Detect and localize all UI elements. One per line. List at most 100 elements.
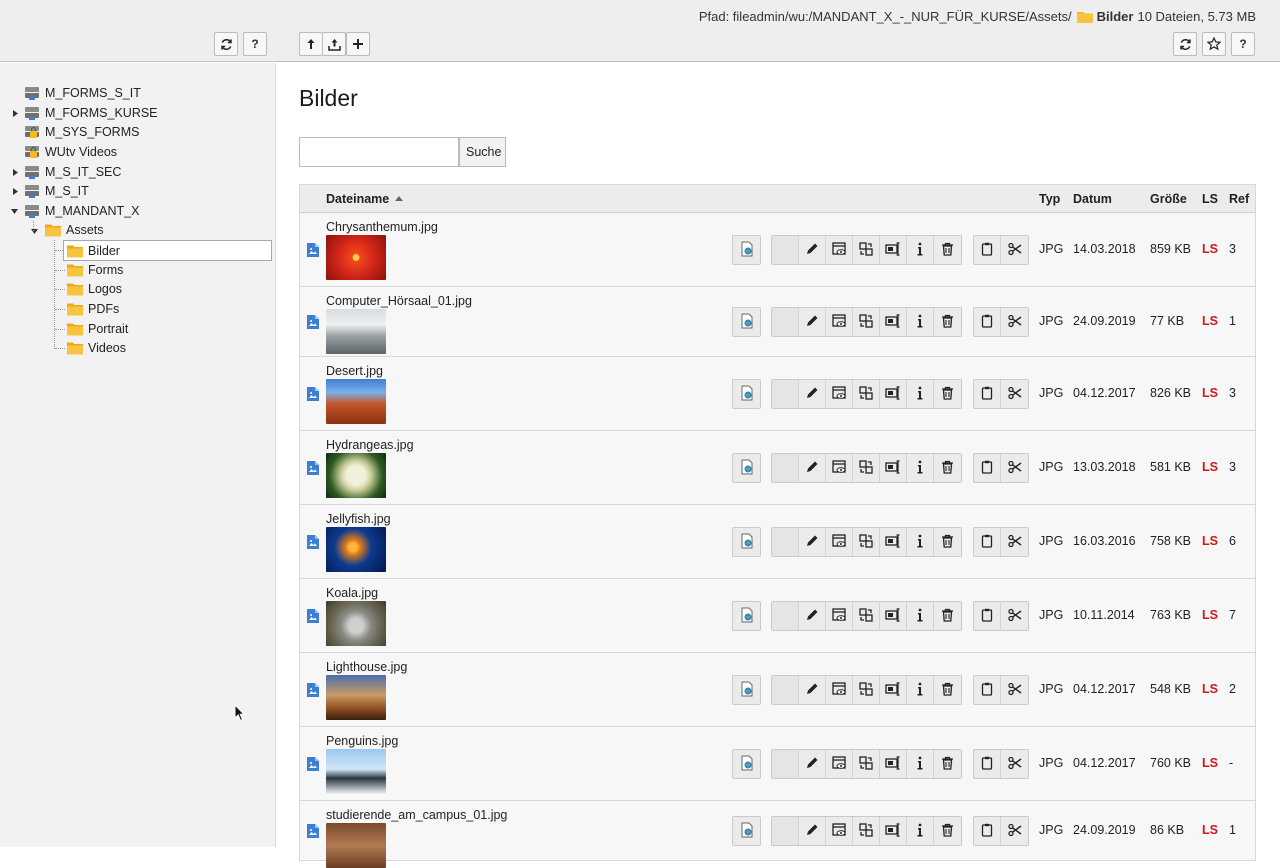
replace-file-button[interactable] bbox=[853, 308, 880, 336]
copy-file-button[interactable] bbox=[974, 817, 1001, 845]
table-row[interactable]: studierende_am_campus_01.jpg JPG 24.09.201… bbox=[300, 801, 1255, 868]
info-file-button[interactable] bbox=[907, 236, 934, 264]
view-file-button[interactable] bbox=[733, 817, 760, 845]
ls-badge[interactable]: LS bbox=[1202, 242, 1218, 256]
file-references[interactable]: 3 bbox=[1229, 242, 1236, 256]
preview-file-button[interactable] bbox=[826, 380, 853, 408]
table-row[interactable]: Chrysanthemum.jpg JPG 14.03.2018 859 KB LS 3 bbox=[300, 213, 1255, 287]
preview-file-button[interactable] bbox=[826, 602, 853, 630]
file-thumbnail[interactable] bbox=[326, 675, 386, 720]
tree-item-videos[interactable]: Videos bbox=[67, 338, 126, 358]
file-name[interactable]: Desert.jpg bbox=[326, 364, 383, 378]
tree-item-m-mandant-x[interactable]: M_MANDANT_X bbox=[24, 201, 139, 221]
preview-file-button[interactable] bbox=[826, 454, 853, 482]
delete-file-button[interactable] bbox=[934, 308, 961, 336]
copy-file-button[interactable] bbox=[974, 602, 1001, 630]
column-header-size[interactable]: Größe bbox=[1150, 192, 1187, 206]
rename-file-button[interactable] bbox=[880, 602, 907, 630]
search-input[interactable] bbox=[299, 137, 459, 167]
file-references[interactable]: 3 bbox=[1229, 460, 1236, 474]
rename-file-button[interactable] bbox=[880, 308, 907, 336]
delete-file-button[interactable] bbox=[934, 236, 961, 264]
new-button[interactable] bbox=[346, 32, 370, 56]
edit-file-button[interactable] bbox=[799, 308, 826, 336]
ls-badge[interactable]: LS bbox=[1202, 682, 1218, 696]
cut-file-button[interactable] bbox=[1001, 528, 1028, 556]
copy-file-button[interactable] bbox=[974, 454, 1001, 482]
tree-item-m-s-it-sec[interactable]: M_S_IT_SEC bbox=[24, 162, 121, 182]
cut-file-button[interactable] bbox=[1001, 817, 1028, 845]
copy-file-button[interactable] bbox=[974, 236, 1001, 264]
copy-file-button[interactable] bbox=[974, 750, 1001, 778]
edit-file-button[interactable] bbox=[799, 236, 826, 264]
rename-file-button[interactable] bbox=[880, 236, 907, 264]
ls-badge[interactable]: LS bbox=[1202, 386, 1218, 400]
file-thumbnail[interactable] bbox=[326, 823, 386, 868]
ls-badge[interactable]: LS bbox=[1202, 314, 1218, 328]
file-name[interactable]: Hydrangeas.jpg bbox=[326, 438, 414, 452]
info-file-button[interactable] bbox=[907, 308, 934, 336]
replace-file-button[interactable] bbox=[853, 454, 880, 482]
tree-item-bilder[interactable]: Bilder bbox=[63, 240, 272, 261]
tree-item-portrait[interactable]: Portrait bbox=[67, 319, 128, 339]
file-thumbnail[interactable] bbox=[326, 453, 386, 498]
tree-item-m-forms-kurse[interactable]: M_FORMS_KURSE bbox=[24, 103, 158, 123]
replace-file-button[interactable] bbox=[853, 528, 880, 556]
rename-file-button[interactable] bbox=[880, 750, 907, 778]
expand-toggle-icon[interactable] bbox=[11, 187, 19, 195]
view-file-button[interactable] bbox=[733, 236, 760, 264]
info-file-button[interactable] bbox=[907, 602, 934, 630]
ls-badge[interactable]: LS bbox=[1202, 608, 1218, 622]
tree-item-pdfs[interactable]: PDFs bbox=[67, 299, 119, 319]
file-name[interactable]: Computer_Hörsaal_01.jpg bbox=[326, 294, 472, 308]
tree-item-assets[interactable]: Assets bbox=[45, 220, 104, 240]
table-row[interactable]: Desert.jpg JPG 04.12.2017 826 KB LS 3 bbox=[300, 357, 1255, 431]
info-file-button[interactable] bbox=[907, 817, 934, 845]
edit-file-button[interactable] bbox=[799, 602, 826, 630]
preview-file-button[interactable] bbox=[826, 750, 853, 778]
preview-file-button[interactable] bbox=[826, 817, 853, 845]
info-file-button[interactable] bbox=[907, 528, 934, 556]
rename-file-button[interactable] bbox=[880, 528, 907, 556]
file-references[interactable]: 1 bbox=[1229, 314, 1236, 328]
preview-file-button[interactable] bbox=[826, 308, 853, 336]
up-folder-button[interactable] bbox=[299, 32, 323, 56]
cut-file-button[interactable] bbox=[1001, 676, 1028, 704]
column-header-name[interactable]: Dateiname bbox=[326, 192, 404, 206]
view-file-button[interactable] bbox=[733, 454, 760, 482]
replace-file-button[interactable] bbox=[853, 676, 880, 704]
info-file-button[interactable] bbox=[907, 750, 934, 778]
column-header-ref[interactable]: Ref bbox=[1229, 192, 1249, 206]
file-references[interactable]: 2 bbox=[1229, 682, 1236, 696]
table-row[interactable]: Penguins.jpg JPG 04.12.2017 760 KB LS - bbox=[300, 727, 1255, 801]
file-thumbnail[interactable] bbox=[326, 601, 386, 646]
file-references[interactable]: - bbox=[1229, 756, 1233, 770]
cut-file-button[interactable] bbox=[1001, 236, 1028, 264]
edit-file-button[interactable] bbox=[799, 750, 826, 778]
column-header-date[interactable]: Datum bbox=[1073, 192, 1112, 206]
preview-file-button[interactable] bbox=[826, 236, 853, 264]
tree-item-wutv-videos[interactable]: WUtv Videos bbox=[24, 142, 117, 162]
preview-file-button[interactable] bbox=[826, 528, 853, 556]
view-file-button[interactable] bbox=[733, 602, 760, 630]
upload-button[interactable] bbox=[322, 32, 346, 56]
rename-file-button[interactable] bbox=[880, 817, 907, 845]
ls-badge[interactable]: LS bbox=[1202, 534, 1218, 548]
delete-file-button[interactable] bbox=[934, 817, 961, 845]
rename-file-button[interactable] bbox=[880, 676, 907, 704]
tree-item-m-s-it[interactable]: M_S_IT bbox=[24, 181, 89, 201]
rename-file-button[interactable] bbox=[880, 380, 907, 408]
edit-file-button[interactable] bbox=[799, 380, 826, 408]
file-references[interactable]: 6 bbox=[1229, 534, 1236, 548]
table-row[interactable]: Jellyfish.jpg JPG 16.03.2016 758 KB LS 6 bbox=[300, 505, 1255, 579]
file-name[interactable]: Lighthouse.jpg bbox=[326, 660, 407, 674]
file-thumbnail[interactable] bbox=[326, 235, 386, 280]
file-references[interactable]: 1 bbox=[1229, 823, 1236, 837]
file-thumbnail[interactable] bbox=[326, 309, 386, 354]
file-thumbnail[interactable] bbox=[326, 379, 386, 424]
delete-file-button[interactable] bbox=[934, 676, 961, 704]
copy-file-button[interactable] bbox=[974, 308, 1001, 336]
view-file-button[interactable] bbox=[733, 528, 760, 556]
table-row[interactable]: Lighthouse.jpg JPG 04.12.2017 548 KB LS 2 bbox=[300, 653, 1255, 727]
edit-file-button[interactable] bbox=[799, 817, 826, 845]
